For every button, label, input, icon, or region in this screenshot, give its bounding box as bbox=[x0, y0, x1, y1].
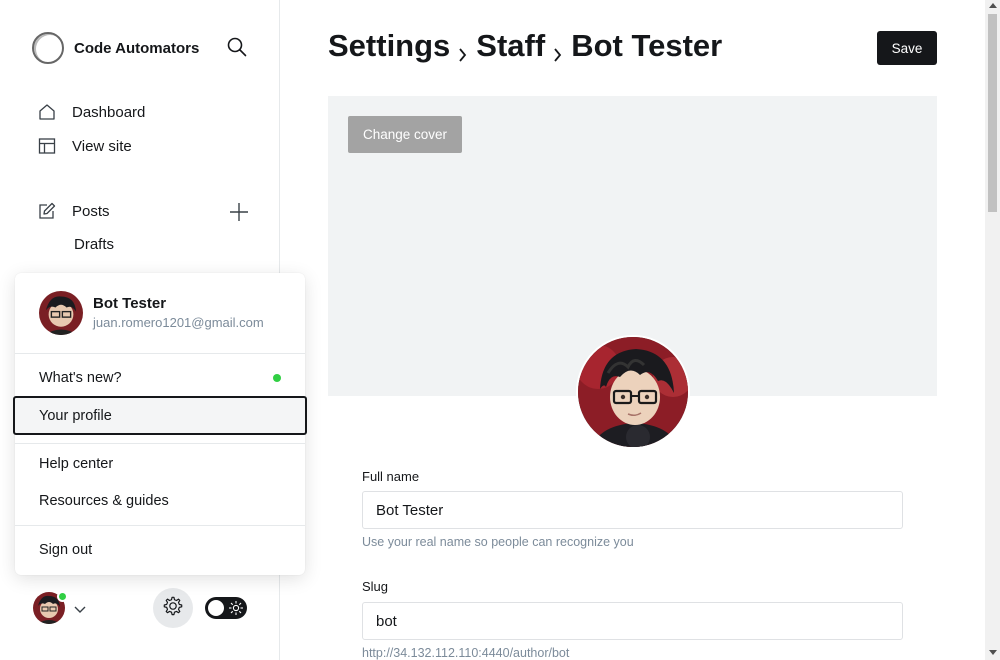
sidebar-item-view-site[interactable]: View site bbox=[38, 137, 132, 155]
main-content: Settings Staff Bot Tester Save Change co… bbox=[280, 0, 985, 660]
sidebar-item-label: Posts bbox=[72, 202, 110, 220]
full-name-label: Full name bbox=[362, 469, 420, 484]
menu-item-your-profile[interactable]: Your profile bbox=[13, 396, 307, 435]
slug-input[interactable] bbox=[362, 602, 903, 640]
gear-icon bbox=[162, 595, 184, 622]
menu-item-whats-new[interactable]: What's new? bbox=[39, 370, 122, 386]
slug-label: Slug bbox=[362, 579, 389, 594]
breadcrumb-settings[interactable]: Settings bbox=[328, 28, 450, 64]
divider bbox=[15, 525, 305, 526]
sidebar-item-posts[interactable]: Posts bbox=[38, 202, 110, 220]
menu-item-resources[interactable]: Resources & guides bbox=[39, 493, 169, 509]
chevron-down-icon[interactable] bbox=[73, 602, 87, 613]
online-status-dot bbox=[57, 591, 68, 602]
theme-toggle[interactable] bbox=[205, 597, 247, 619]
plus-icon[interactable] bbox=[229, 202, 249, 222]
settings-button[interactable] bbox=[153, 588, 193, 628]
menu-item-help-center[interactable]: Help center bbox=[39, 456, 113, 472]
home-icon bbox=[38, 103, 56, 121]
app: Code Automators Dashboard View site Post… bbox=[0, 0, 1000, 660]
divider bbox=[15, 353, 305, 354]
profile-picture[interactable] bbox=[576, 335, 690, 449]
save-button[interactable]: Save bbox=[877, 31, 937, 65]
change-cover-button[interactable]: Change cover bbox=[348, 116, 462, 153]
full-name-hint: Use your real name so people can recogni… bbox=[362, 535, 634, 549]
scroll-down-arrow[interactable] bbox=[989, 650, 997, 655]
sidebar-item-dashboard[interactable]: Dashboard bbox=[38, 103, 145, 121]
brand-logo bbox=[32, 32, 64, 64]
edit-icon bbox=[38, 202, 56, 220]
chevron-right-icon bbox=[457, 36, 469, 62]
page-title: Bot Tester bbox=[571, 28, 723, 63]
menu-item-label: Your profile bbox=[39, 408, 112, 424]
breadcrumb: Settings Staff Bot Tester bbox=[328, 28, 722, 64]
brand[interactable]: Code Automators bbox=[32, 32, 199, 64]
slug-url-hint: http://34.132.112.110:4440/author/bot bbox=[362, 646, 570, 660]
user-name: Bot Tester bbox=[93, 295, 167, 312]
breadcrumb-staff[interactable]: Staff bbox=[476, 28, 545, 64]
scroll-up-arrow[interactable] bbox=[989, 3, 997, 8]
sidebar-item-drafts[interactable]: Drafts bbox=[74, 236, 114, 253]
divider bbox=[15, 443, 305, 444]
chevron-right-icon bbox=[552, 36, 564, 62]
user-email: juan.romero1201@gmail.com bbox=[93, 315, 264, 330]
search-icon[interactable] bbox=[226, 36, 248, 58]
toggle-knob bbox=[208, 600, 224, 616]
sun-icon bbox=[228, 600, 244, 616]
menu-item-sign-out[interactable]: Sign out bbox=[39, 542, 92, 558]
avatar bbox=[39, 291, 83, 335]
full-name-input[interactable] bbox=[362, 491, 903, 529]
user-menu-popup: Bot Tester juan.romero1201@gmail.com Wha… bbox=[13, 273, 307, 575]
layout-icon bbox=[38, 137, 56, 155]
sidebar-item-label: Dashboard bbox=[72, 103, 146, 121]
sidebar-item-label: View site bbox=[72, 137, 132, 155]
scroll-thumb[interactable] bbox=[988, 14, 997, 212]
brand-name: Code Automators bbox=[74, 39, 200, 57]
scrollbar[interactable] bbox=[985, 0, 1000, 660]
